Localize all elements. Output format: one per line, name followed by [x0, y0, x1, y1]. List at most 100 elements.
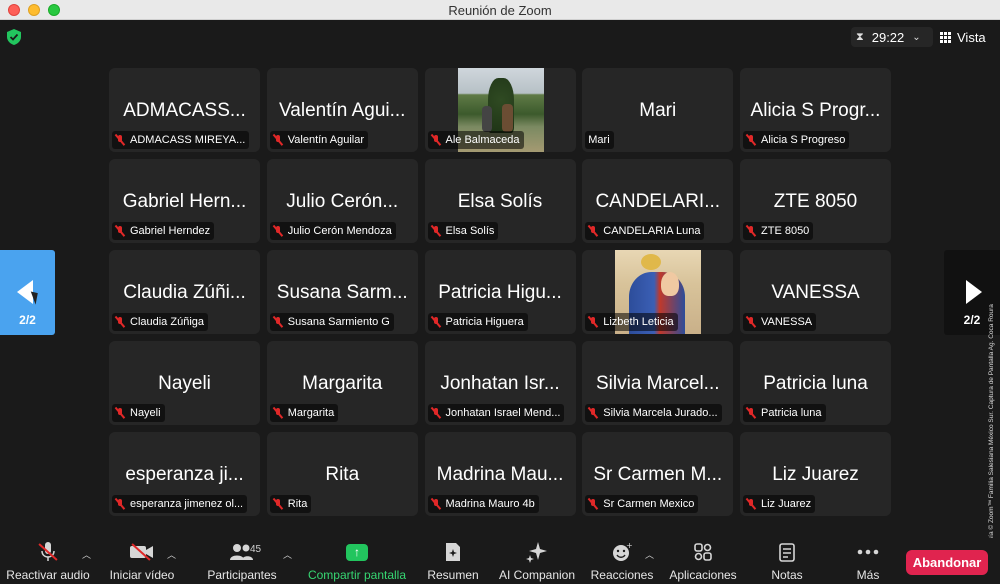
participant-display-name: Margarita	[302, 373, 383, 394]
participants-options-caret-icon[interactable]: ︿	[283, 548, 292, 561]
participant-tile[interactable]: ZTE 8050 ZTE 8050	[740, 159, 891, 243]
participants-button[interactable]: 45 Participantes	[203, 538, 281, 584]
participant-name-text: VANESSA	[761, 316, 813, 328]
microphone-muted-icon	[115, 225, 125, 237]
participant-name-label: Valentín Aguilar	[269, 131, 368, 149]
microphone-muted-icon	[588, 225, 598, 237]
reactions-button[interactable]: + Reacciones	[588, 538, 656, 584]
participant-display-name: Claudia Zúñi...	[123, 282, 246, 303]
participant-name-text: Elsa Solís	[445, 225, 495, 237]
participant-display-name: CANDELARI...	[595, 191, 721, 212]
participant-display-name: Nayeli	[158, 373, 211, 394]
participant-tile[interactable]: Rita Rita	[266, 432, 418, 516]
participant-tile[interactable]: Susana Sarm... Susana Sarmiento G	[266, 250, 418, 334]
apps-icon	[683, 538, 723, 566]
participant-display-name: Madrina Mau...	[436, 464, 564, 485]
notes-button[interactable]: Notas	[765, 538, 809, 584]
camera-off-icon	[122, 538, 162, 566]
svg-text:+: +	[626, 542, 632, 550]
start-video-button[interactable]: Iniciar vídeo	[104, 538, 180, 584]
participant-tile[interactable]: Madrina Mau... Madrina Mauro 4b	[424, 432, 576, 516]
participant-display-name: Julio Cerón...	[286, 191, 399, 212]
participant-name-label: Claudia Zúñiga	[112, 313, 208, 331]
microphone-muted-icon	[746, 225, 756, 237]
participant-tile[interactable]: Nayeli Nayeli	[109, 341, 260, 425]
previous-page-button[interactable]: 2/2	[0, 250, 55, 335]
sparkle-icon	[517, 538, 557, 566]
microphone-muted-icon	[273, 498, 283, 510]
participant-tile[interactable]: Margarita Margarita	[266, 341, 418, 425]
leave-meeting-button[interactable]: Abandonar	[906, 550, 988, 575]
participant-tile[interactable]: Sr Carmen M... Sr Carmen Mexico	[582, 432, 734, 516]
participant-tile[interactable]: Elsa Solís Elsa Solís	[424, 159, 576, 243]
participant-name-text: esperanza jimenez ol...	[130, 498, 244, 510]
participant-name-text: Gabriel Herndez	[130, 225, 211, 237]
meeting-timer[interactable]: ⧗ 29:22 ⌄	[851, 27, 933, 47]
view-button[interactable]: Vista	[940, 27, 994, 47]
microphone-muted-icon	[588, 316, 598, 328]
participant-tile[interactable]: Claudia Zúñi... Claudia Zúñiga	[109, 250, 260, 334]
participant-tile[interactable]: Liz Juarez Liz Juarez	[740, 432, 891, 516]
participant-tile[interactable]: VANESSA VANESSA	[740, 250, 891, 334]
share-screen-button[interactable]: ↑ Compartir pantalla	[304, 538, 410, 584]
unmute-audio-button[interactable]: Reactivar audio	[5, 538, 91, 584]
participant-tile[interactable]: esperanza ji... esperanza jimenez ol...	[109, 432, 260, 516]
more-icon	[848, 538, 888, 566]
microphone-muted-icon	[273, 407, 283, 419]
participant-display-name: VANESSA	[771, 282, 860, 303]
more-button[interactable]: Más	[846, 538, 890, 584]
participant-name-label: Gabriel Herndez	[112, 222, 215, 240]
emoji-icon: +	[602, 538, 642, 566]
video-options-caret-icon[interactable]: ︿	[167, 548, 176, 561]
microphone-muted-icon	[431, 316, 441, 328]
participant-name-label: Susana Sarmiento G	[269, 313, 394, 331]
participant-name-label: Alicia S Progreso	[743, 131, 850, 149]
participant-tile[interactable]: Ale Balmaceda	[424, 68, 576, 152]
participant-name-text: Madrina Mauro 4b	[445, 498, 535, 510]
participant-tile[interactable]: Mari Mari	[582, 68, 734, 152]
participant-tile[interactable]: Alicia S Progr... Alicia S Progreso	[740, 68, 891, 152]
microphone-muted-icon	[28, 538, 68, 566]
meeting-toolbar: Reactivar audio ︿ Iniciar vídeo ︿ 45 Par…	[0, 538, 1000, 584]
participant-tile[interactable]: Silvia Marcel... Silvia Marcela Jurado...	[582, 341, 734, 425]
summary-icon	[433, 538, 473, 566]
microphone-muted-icon	[273, 134, 283, 146]
participant-name-label: ZTE 8050	[743, 222, 814, 240]
participant-tile[interactable]: Gabriel Hern... Gabriel Herndez	[109, 159, 260, 243]
participant-name-text: ADMACASS MIREYA...	[130, 134, 246, 146]
participant-name-text: ZTE 8050	[761, 225, 810, 237]
microphone-muted-icon	[431, 498, 441, 510]
ai-companion-button[interactable]: AI Companion	[497, 538, 577, 584]
summary-button[interactable]: Resumen	[425, 538, 481, 584]
participant-name-label: Patricia luna	[743, 404, 826, 422]
participant-name-text: Lizbeth Leticia	[603, 316, 674, 328]
participant-display-name: Patricia luna	[763, 373, 868, 394]
participant-name-label: Margarita	[269, 404, 339, 422]
page-indicator-left: 2/2	[19, 313, 36, 327]
participant-tile[interactable]: Patricia Higu... Patricia Higuera	[424, 250, 576, 334]
participant-name-text: Margarita	[287, 407, 335, 419]
apps-button[interactable]: Aplicaciones	[665, 538, 741, 584]
participant-tile[interactable]: ADMACASS... ADMACASS MIREYA...	[109, 68, 260, 152]
participant-name-label: Nayeli	[112, 404, 165, 422]
participant-tile[interactable]: Patricia luna Patricia luna	[740, 341, 891, 425]
meeting-topbar: ⧗ 29:22 ⌄ Vista	[0, 20, 1000, 54]
participant-name-label: Ale Balmaceda	[427, 131, 524, 149]
timer-value: 29:22	[871, 29, 905, 45]
participant-tile[interactable]: Jonhatan Isr... Jonhatan Israel Mend...	[424, 341, 576, 425]
shield-check-icon[interactable]	[7, 29, 21, 45]
participant-display-name: Valentín Agui...	[279, 100, 406, 121]
participant-tile[interactable]: Lizbeth Leticia	[582, 250, 734, 334]
participant-name-text: Patricia luna	[761, 407, 822, 419]
audio-options-caret-icon[interactable]: ︿	[82, 548, 91, 561]
microphone-muted-icon	[431, 134, 441, 146]
participant-tile[interactable]: CANDELARI... CANDELARIA Luna	[582, 159, 734, 243]
participant-name-text: CANDELARIA Luna	[603, 225, 701, 237]
microphone-muted-icon	[746, 498, 756, 510]
participant-tile[interactable]: Julio Cerón... Julio Cerón Mendoza	[266, 159, 418, 243]
participant-tile[interactable]: Valentín Agui... Valentín Aguilar	[266, 68, 418, 152]
reactions-options-caret-icon[interactable]: ︿	[645, 548, 654, 561]
participant-name-text: Claudia Zúñiga	[130, 316, 204, 328]
participant-name-label: Patricia Higuera	[427, 313, 528, 331]
microphone-muted-icon	[431, 407, 441, 419]
